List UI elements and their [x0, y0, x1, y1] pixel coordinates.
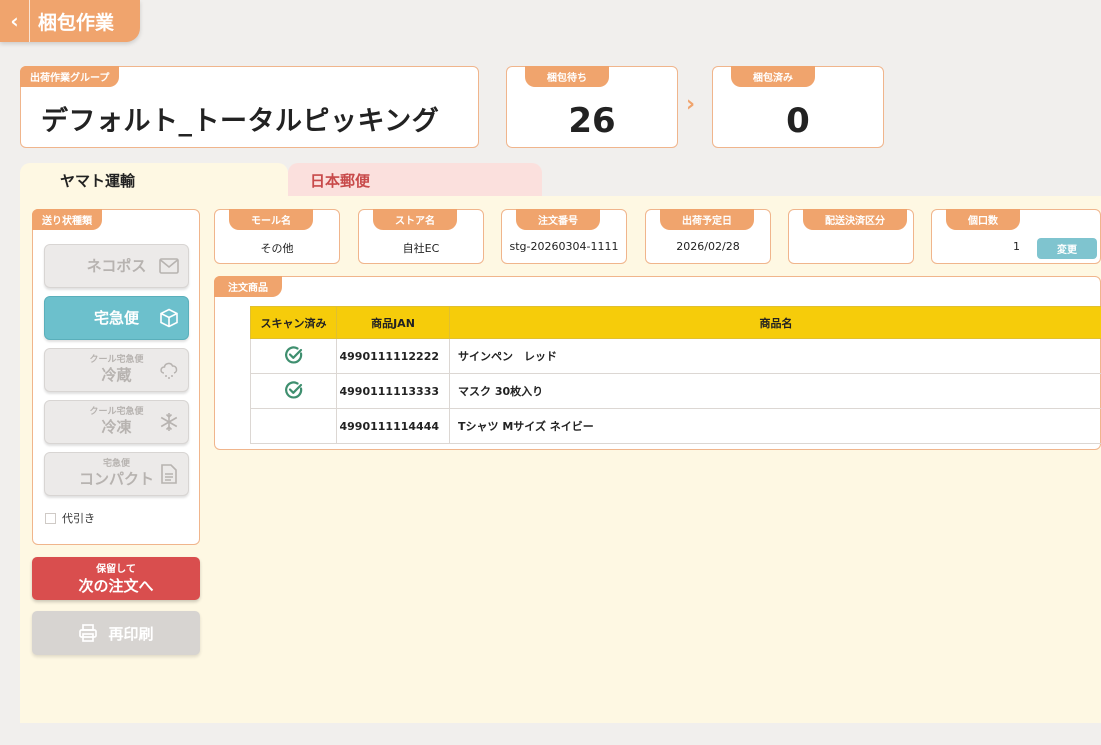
printer-icon: [78, 623, 98, 643]
document-icon: [158, 463, 180, 485]
snowflake-icon: [158, 411, 180, 433]
pieces-label: 個口数: [946, 209, 1020, 230]
scanned-cell: [250, 338, 337, 374]
reprint-button[interactable]: 再印刷: [32, 611, 200, 655]
carrier-tabs: ヤマト運輸 日本郵便: [20, 163, 542, 197]
waiting-count-card: 梱包待ち 26: [506, 66, 678, 148]
option-sub: 宅急便: [102, 459, 130, 470]
scanned-cell: [250, 408, 337, 444]
checkbox-box[interactable]: [45, 512, 56, 524]
cod-label: 代引き: [62, 512, 95, 525]
store-name-value: 自社EC: [402, 242, 440, 255]
pieces-value: 1: [1013, 240, 1020, 253]
option-label: 宅急便: [93, 309, 139, 328]
table-row[interactable]: 4990111113333 マスク 30枚入り: [250, 373, 1101, 409]
done-count-value: 0: [786, 101, 810, 141]
reprint-label: 再印刷: [108, 624, 154, 643]
tab-japan-post[interactable]: 日本郵便: [288, 163, 542, 197]
hold-sub-label: 保留して: [96, 564, 136, 575]
page-title: 梱包作業: [38, 11, 115, 34]
check-circle-icon: [284, 380, 304, 403]
order-number-card: 注文番号 stg-20260304-1111: [501, 209, 627, 264]
product-name-cell: サインペン レッド: [449, 338, 1101, 374]
done-count-label: 梱包済み: [731, 66, 815, 87]
column-header-jan: 商品JAN: [336, 306, 450, 339]
column-header-scanned: スキャン済み: [250, 306, 337, 339]
shipping-type-card: 送り状種類 ネコポス 宅急便 クール宅急便 冷蔵 クール宅急便 冷凍 宅急便 コンパク…: [32, 209, 200, 545]
column-header-name: 商品名: [449, 306, 1101, 339]
box-icon: [158, 307, 180, 329]
chevron-left-icon[interactable]: ‹: [0, 0, 30, 42]
shipping-group-card: 出荷作業グループ デフォルト_トータルピッキング: [20, 66, 479, 148]
tab-yamato[interactable]: ヤマト運輸: [20, 163, 288, 197]
option-label: コンパクト: [78, 470, 154, 489]
order-number-value: stg-20260304-1111: [509, 240, 619, 253]
option-label: 冷凍: [101, 418, 132, 437]
jan-cell: 4990111112222: [336, 338, 450, 374]
option-label: 冷蔵: [101, 366, 132, 385]
shipping-group-value: デフォルト_トータルピッキング: [41, 106, 440, 137]
product-name-cell: マスク 30枚入り: [449, 373, 1101, 409]
check-circle-icon: [284, 345, 304, 368]
change-button[interactable]: 変更: [1037, 238, 1097, 259]
mall-name-label: モール名: [229, 209, 313, 230]
cool-frozen-button[interactable]: クール宅急便 冷凍: [44, 400, 189, 444]
waiting-count-label: 梱包待ち: [525, 66, 609, 87]
table-header-row: スキャン済み 商品JAN 商品名: [250, 306, 1101, 339]
ship-date-value: 2026/02/28: [676, 240, 740, 253]
hold-main-label: 次の注文へ: [78, 577, 154, 595]
store-name-card: ストア名 自社EC: [358, 209, 484, 264]
pieces-card: 個口数 1 変更: [931, 209, 1101, 264]
option-label: ネコポス: [86, 257, 147, 276]
table-row[interactable]: 4990111114444 Tシャツ Mサイズ ネイビー: [250, 408, 1101, 444]
shipping-group-label: 出荷作業グループ: [20, 66, 120, 87]
order-items-label: 注文商品: [214, 276, 282, 297]
jan-cell: 4990111114444: [336, 408, 450, 444]
mall-name-card: モール名 その他: [214, 209, 340, 264]
table-row[interactable]: 4990111112222 サインペン レッド: [250, 338, 1101, 374]
option-sub: クール宅急便: [89, 355, 144, 366]
mall-name-value: その他: [260, 242, 294, 255]
jan-cell: 4990111113333: [336, 373, 450, 409]
takkyubin-button[interactable]: 宅急便: [44, 296, 189, 340]
nekopos-button[interactable]: ネコポス: [44, 244, 189, 288]
compact-button[interactable]: 宅急便 コンパクト: [44, 452, 189, 496]
items-table: スキャン済み 商品JAN 商品名 4990111112222 サインペン レッド…: [250, 306, 1101, 444]
cool-refrigerated-button[interactable]: クール宅急便 冷蔵: [44, 348, 189, 392]
option-sub: クール宅急便: [89, 407, 144, 418]
scanned-cell: [250, 373, 337, 409]
done-count-card: 梱包済み 0: [712, 66, 884, 148]
mail-icon: [158, 255, 180, 277]
ship-date-label: 出荷予定日: [660, 209, 754, 230]
hold-next-order-button[interactable]: 保留して 次の注文へ: [32, 557, 200, 600]
product-name-cell: Tシャツ Mサイズ ネイビー: [449, 408, 1101, 444]
payment-type-card: 配送決済区分: [788, 209, 914, 264]
order-items-card: 注文商品 スキャン済み 商品JAN 商品名 4990111112222 サインペ…: [214, 276, 1101, 450]
shipping-type-label: 送り状種類: [32, 209, 102, 230]
cloud-snow-icon: [158, 359, 180, 381]
title-bar: ‹ 梱包作業: [0, 0, 140, 42]
ship-date-card: 出荷予定日 2026/02/28: [645, 209, 771, 264]
order-number-label: 注文番号: [516, 209, 600, 230]
cod-checkbox[interactable]: 代引き: [45, 510, 95, 526]
store-name-label: ストア名: [373, 209, 457, 230]
payment-type-label: 配送決済区分: [803, 209, 907, 230]
waiting-count-value: 26: [568, 101, 616, 141]
chevron-right-icon: ›: [686, 92, 696, 117]
